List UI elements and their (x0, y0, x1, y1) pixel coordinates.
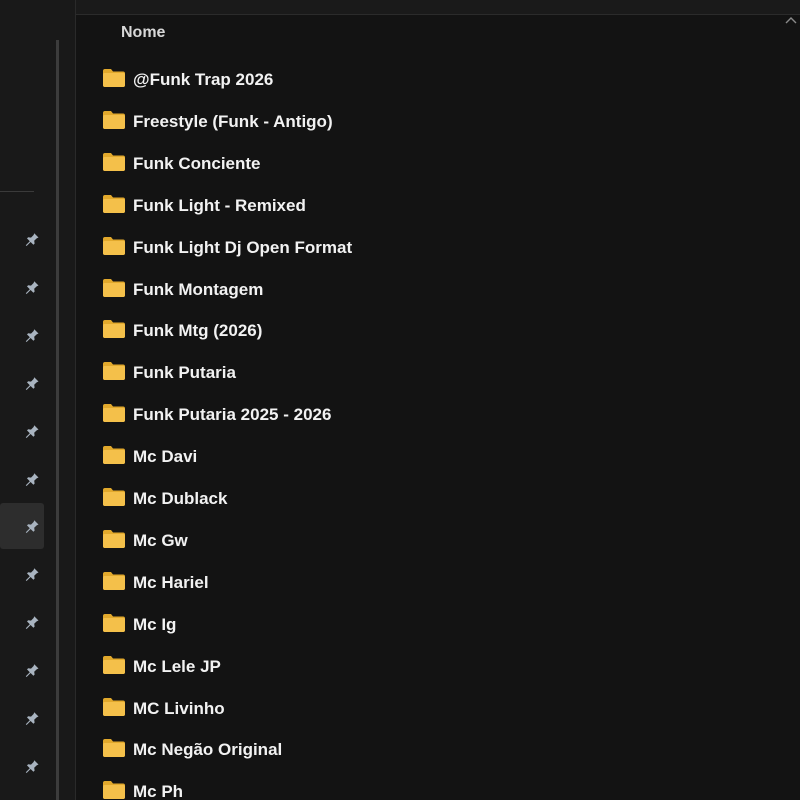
folder-row[interactable]: Funk Montagem (76, 268, 776, 310)
folder-name: Funk Montagem (133, 279, 264, 299)
folder-name: Mc Ph (133, 782, 184, 800)
folder-icon (103, 655, 125, 674)
folder-name: Funk Mtg (2026) (133, 321, 263, 341)
quick-access-item[interactable] (0, 647, 44, 693)
folder-name: Funk Putaria 2025 - 2026 (133, 405, 332, 425)
folder-icon (103, 152, 125, 171)
folder-row[interactable]: Mc Dublack (76, 477, 776, 519)
folder-name: Mc Gw (133, 530, 188, 550)
folder-icon (103, 362, 125, 381)
folder-name: Funk Conciente (133, 153, 261, 173)
quick-access-item[interactable] (0, 551, 44, 597)
folder-icon (103, 320, 125, 339)
quick-access-item[interactable] (0, 456, 44, 502)
folder-name: Mc Hariel (133, 572, 209, 592)
name-column-header[interactable]: Nome (121, 24, 165, 42)
folder-row[interactable]: Mc Gw (76, 519, 776, 561)
navigation-pane (0, 0, 75, 800)
folder-name: Funk Light Dj Open Format (133, 237, 353, 257)
pin-icon (25, 567, 39, 581)
pin-icon (25, 759, 39, 773)
folder-row[interactable]: Funk Putaria (76, 351, 776, 393)
column-header: Nome (76, 15, 800, 53)
folder-icon (103, 404, 125, 423)
folder-icon (103, 571, 125, 590)
folder-icon (103, 446, 125, 465)
folder-icon (103, 781, 125, 800)
folder-row[interactable]: Mc Lele JP (76, 645, 776, 687)
pin-icon (25, 376, 39, 390)
folder-row[interactable]: Mc Negão Original (76, 728, 776, 770)
quick-access-item[interactable] (0, 503, 44, 549)
pin-icon (25, 711, 39, 725)
folder-row[interactable]: Mc Ig (76, 603, 776, 645)
pin-icon (25, 472, 39, 486)
pin-icon (25, 328, 39, 342)
quick-access-item[interactable] (0, 360, 44, 406)
folder-name: Freestyle (Funk - Antigo) (133, 111, 333, 131)
folder-name: Funk Putaria (133, 363, 236, 383)
quick-access-item[interactable] (0, 216, 44, 262)
pin-icon (25, 663, 39, 677)
folder-row[interactable]: MC Livinho (76, 687, 776, 729)
folder-icon (103, 529, 125, 548)
folder-icon (103, 69, 125, 87)
pin-icon (25, 519, 39, 533)
folder-name: Funk Light - Remixed (133, 195, 306, 215)
folder-row[interactable]: Funk Conciente (76, 142, 776, 184)
folder-icon (103, 278, 125, 297)
sort-ascending-icon (785, 17, 797, 24)
folder-icon (103, 194, 125, 213)
folder-row[interactable]: Funk Putaria 2025 - 2026 (76, 393, 776, 435)
navigation-divider (0, 191, 34, 192)
folder-icon (103, 488, 125, 506)
folder-name: MC Livinho (133, 698, 225, 718)
quick-access-item[interactable] (0, 312, 44, 358)
folder-name: @Funk Trap 2026 (133, 70, 274, 89)
folder-name: Mc Ig (133, 614, 177, 634)
folder-name: Mc Lele JP (133, 656, 221, 676)
folder-name: Mc Davi (133, 447, 198, 467)
folder-icon (103, 110, 125, 129)
folder-icon (103, 236, 125, 255)
pin-icon (25, 615, 39, 629)
folder-row[interactable]: Mc Davi (76, 435, 776, 477)
title-bar-strip (0, 0, 800, 15)
folder-name: Mc Negão Original (133, 740, 283, 760)
folder-row[interactable]: Mc Ph (76, 770, 776, 800)
folder-icon (103, 697, 125, 716)
quick-access-item[interactable] (0, 264, 44, 310)
folder-icon (103, 739, 125, 758)
pin-icon (25, 424, 39, 438)
navigation-scrollbar[interactable] (56, 40, 59, 800)
folder-row[interactable]: Funk Mtg (2026) (76, 309, 776, 351)
folder-name: Mc Dublack (133, 489, 228, 508)
folder-row[interactable]: Funk Light Dj Open Format (76, 226, 776, 268)
folder-row[interactable]: Freestyle (Funk - Antigo) (76, 100, 776, 142)
pin-icon (25, 280, 39, 294)
folder-row[interactable]: Mc Hariel (76, 561, 776, 603)
folder-row[interactable]: Funk Light - Remixed (76, 184, 776, 226)
folder-row[interactable]: @Funk Trap 2026 (76, 58, 776, 100)
folder-icon (103, 613, 125, 632)
quick-access-item[interactable] (0, 599, 44, 645)
quick-access-item[interactable] (0, 743, 44, 789)
quick-access-item[interactable] (0, 408, 44, 454)
pin-icon (25, 232, 39, 246)
quick-access-item[interactable] (0, 695, 44, 741)
